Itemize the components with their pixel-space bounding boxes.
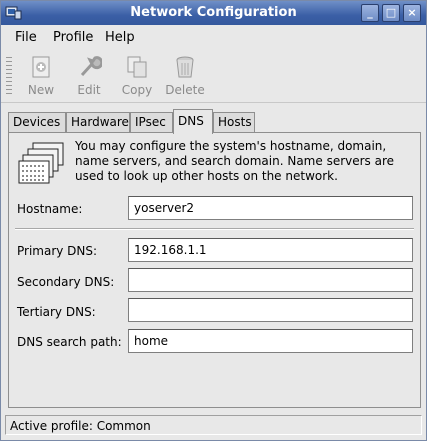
secondary-dns-label: Secondary DNS:: [17, 275, 115, 289]
menu-file[interactable]: File: [15, 30, 37, 45]
title-bar[interactable]: Network Configuration _ □ ×: [1, 1, 426, 25]
toolbar: New Edit Copy Delete: [1, 49, 426, 103]
wrench-icon: [80, 56, 102, 77]
tab-ipsec[interactable]: IPsec: [130, 112, 173, 133]
dns-search-path-field[interactable]: [128, 329, 413, 353]
maximize-button[interactable]: □: [382, 4, 400, 22]
new-icon: [32, 56, 50, 78]
menu-profile[interactable]: Profile: [53, 30, 93, 45]
separator: [15, 228, 414, 230]
hostname-field[interactable]: [128, 196, 413, 220]
trash-icon: [176, 56, 194, 78]
close-button[interactable]: ×: [403, 4, 421, 22]
dns-search-path-label: DNS search path:: [17, 335, 122, 349]
tab-devices[interactable]: Devices: [8, 112, 66, 133]
dns-panel: You may configure the system's hostname,…: [8, 132, 421, 408]
menu-help[interactable]: Help: [105, 30, 135, 45]
new-label: New: [27, 83, 55, 97]
secondary-dns-field[interactable]: [128, 268, 413, 292]
status-bar: Active profile: Common: [5, 415, 422, 435]
primary-dns-field[interactable]: [128, 238, 413, 262]
copy-icon: [127, 56, 147, 78]
delete-button[interactable]: Delete: [163, 55, 207, 101]
network-configuration-window: Network Configuration _ □ × File Profile…: [0, 0, 427, 441]
copy-label: Copy: [121, 83, 153, 97]
dns-description: You may configure the system's hostname,…: [75, 139, 395, 183]
edit-label: Edit: [77, 83, 101, 97]
tertiary-dns-label: Tertiary DNS:: [17, 305, 96, 319]
toolbar-grip[interactable]: [6, 57, 12, 97]
copy-button[interactable]: Copy: [115, 55, 159, 101]
primary-dns-label: Primary DNS:: [17, 244, 98, 258]
minimize-button[interactable]: _: [361, 4, 379, 22]
tab-hardware[interactable]: Hardware: [66, 112, 130, 133]
delete-label: Delete: [165, 83, 205, 97]
tertiary-dns-field[interactable]: [128, 298, 413, 322]
hostname-label: Hostname:: [17, 202, 83, 216]
new-button[interactable]: New: [19, 55, 63, 101]
tab-dns[interactable]: DNS: [173, 109, 213, 134]
edit-button[interactable]: Edit: [67, 55, 111, 101]
tab-hosts[interactable]: Hosts: [213, 112, 255, 133]
menu-bar: File Profile Help: [1, 25, 426, 49]
dns-table-icon: [18, 142, 64, 184]
